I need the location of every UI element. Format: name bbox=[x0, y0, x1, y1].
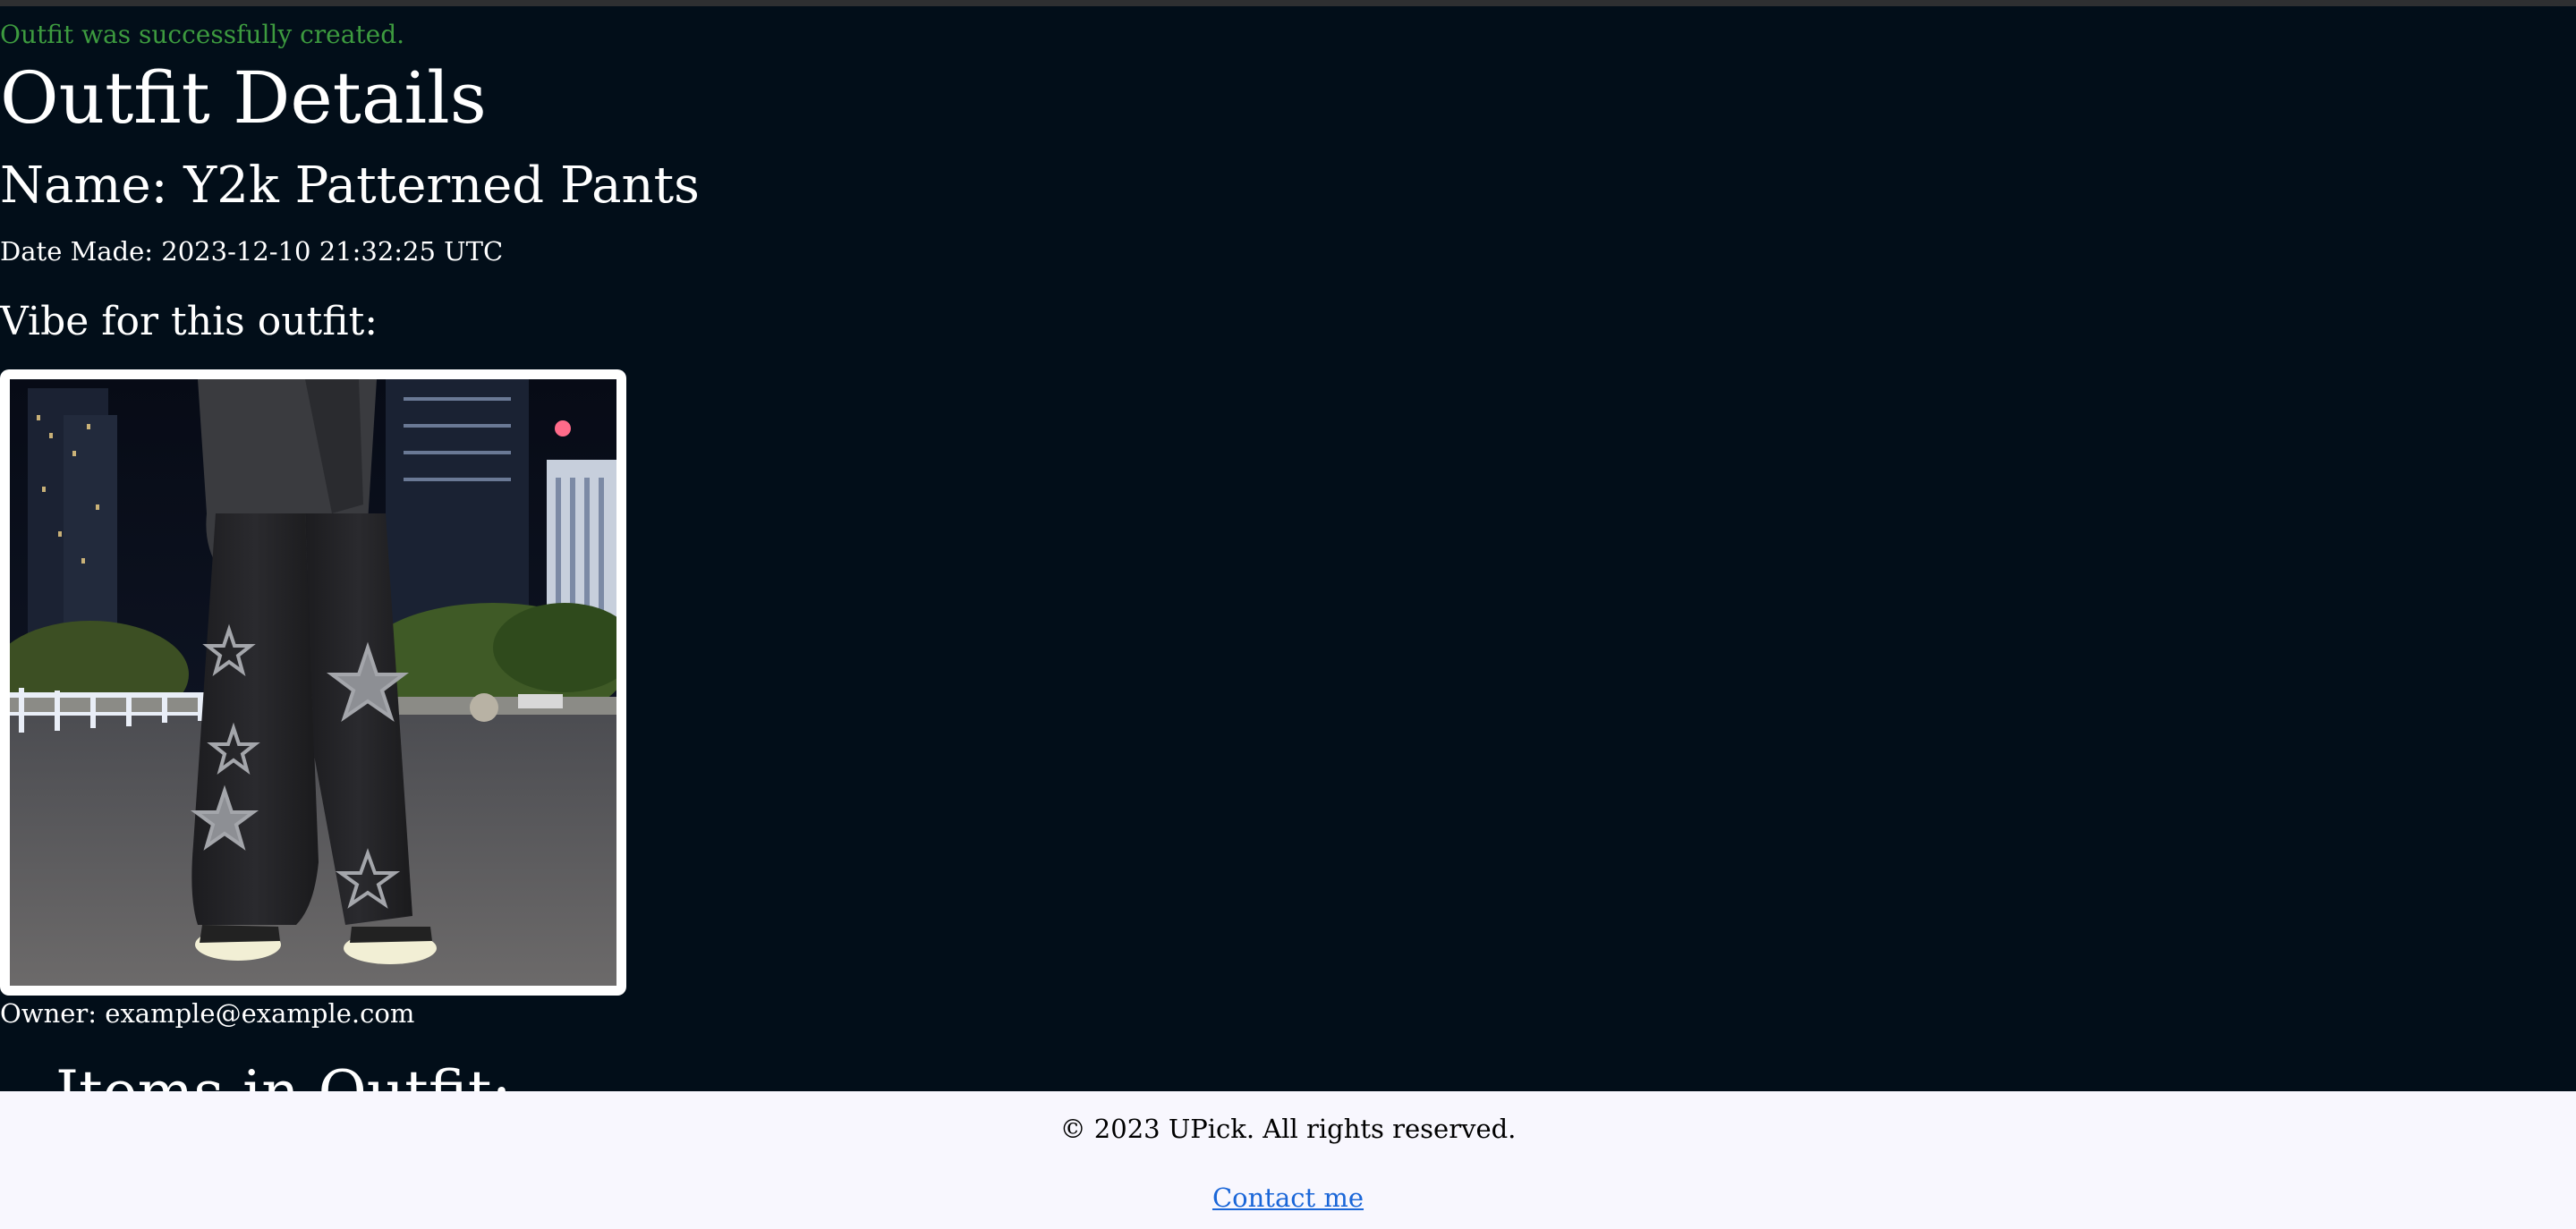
site-footer: © 2023 UPick. All rights reserved. Conta… bbox=[0, 1091, 2576, 1229]
outfit-photo-frame bbox=[0, 369, 626, 996]
contact-line: Contact me bbox=[0, 1180, 2576, 1216]
browser-top-edge bbox=[0, 0, 2576, 6]
outfit-date-made: Date Made: 2023-12-10 21:32:25 UTC bbox=[0, 236, 504, 267]
outfit-photo bbox=[10, 379, 616, 986]
page-title: Outfit Details bbox=[0, 56, 487, 140]
success-notice: Outfit was successfully created. bbox=[0, 20, 405, 49]
page: Outfit was successfully created. Outfit … bbox=[0, 0, 2576, 1229]
outfit-name: Name: Y2k Patterned Pants bbox=[0, 157, 700, 215]
vibe-heading: Vibe for this outfit: bbox=[0, 299, 378, 344]
outfit-photo-image bbox=[10, 379, 616, 986]
contact-link[interactable]: Contact me bbox=[1212, 1182, 1364, 1213]
copyright-text: © 2023 UPick. All rights reserved. bbox=[1059, 1114, 1517, 1144]
outfit-owner: Owner: example@example.com bbox=[0, 998, 415, 1029]
